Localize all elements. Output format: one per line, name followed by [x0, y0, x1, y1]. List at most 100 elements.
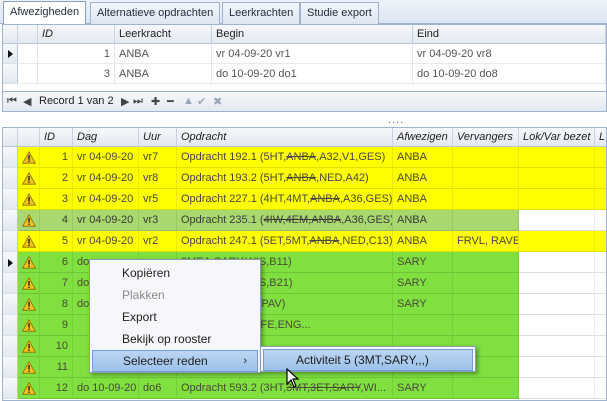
- cell-l[interactable]: [595, 210, 606, 231]
- cell-id[interactable]: 10: [40, 336, 73, 357]
- cell-begin[interactable]: do 10-09-20 do1: [212, 64, 413, 84]
- cell-l[interactable]: [595, 315, 606, 336]
- delete-record-icon[interactable]: ━: [167, 95, 174, 108]
- cell-dag[interactable]: vr 04-09-20: [73, 231, 139, 252]
- cell-eind[interactable]: vr 04-09-20 vr8: [413, 44, 606, 64]
- cell-afwezigen[interactable]: ANBA: [393, 147, 453, 168]
- cell-l[interactable]: [595, 273, 606, 294]
- row-selector[interactable]: [3, 378, 18, 399]
- cell-vervangers[interactable]: FRVL, RAVE: [453, 231, 519, 252]
- last-record-icon[interactable]: ⏭: [133, 95, 143, 108]
- cell-l[interactable]: [595, 357, 606, 378]
- cell-vervangers[interactable]: [453, 294, 519, 315]
- cell-lok-var-bezet[interactable]: [519, 273, 595, 294]
- cell-dag[interactable]: do 10-09-20: [73, 378, 139, 399]
- first-record-icon[interactable]: ⏮: [7, 95, 17, 108]
- cell-opdracht[interactable]: Opdracht 227.1 (4HT,4MT,ANBA,A36,GES): [177, 189, 393, 210]
- menu-item-plakken[interactable]: Plakken: [92, 284, 258, 306]
- header-l[interactable]: L: [595, 128, 606, 147]
- row-selector[interactable]: [3, 64, 18, 84]
- cell-afwezigen[interactable]: ANBA: [393, 168, 453, 189]
- table-row[interactable]: 12 do 10-09-20 do6 Opdracht 593.2 (3HT,3MT,…: [3, 378, 606, 399]
- cell-vervangers[interactable]: [453, 189, 519, 210]
- cell-leerkracht[interactable]: ANBA: [115, 44, 212, 64]
- cell-lok-var-bezet[interactable]: [519, 357, 595, 378]
- cell-id[interactable]: 2: [40, 168, 73, 189]
- cell-opdracht[interactable]: Opdracht 192.1 (5HT,ANBA,A32,V1,GES): [177, 147, 393, 168]
- cell-uur[interactable]: vr5: [139, 189, 177, 210]
- cell-afwezigen[interactable]: [393, 315, 453, 336]
- row-selector[interactable]: [3, 294, 18, 315]
- cell-lok-var-bezet[interactable]: [519, 294, 595, 315]
- cell-lok-var-bezet[interactable]: [519, 210, 595, 231]
- cell-id[interactable]: 8: [40, 294, 73, 315]
- table-row[interactable]: 1 vr 04-09-20 vr7 Opdracht 192.1 (5HT,ANBA,…: [3, 147, 606, 168]
- cell-id[interactable]: 1: [40, 147, 73, 168]
- cell-l[interactable]: [595, 168, 606, 189]
- table-row[interactable]: 4 vr 04-09-20 vr3 Opdracht 235.1 (4IW,4EM,A…: [3, 210, 606, 231]
- menu-item-export[interactable]: Export: [92, 306, 258, 328]
- table-row[interactable]: 2 vr 04-09-20 vr8 Opdracht 193.2 (5HT,ANBA,…: [3, 168, 606, 189]
- cell-begin[interactable]: vr 04-09-20 vr1: [212, 44, 413, 64]
- cell-opdracht[interactable]: Opdracht 593.2 (3HT,3MT,3ET,SARY,WI...: [177, 378, 393, 399]
- cell-eind[interactable]: do 10-09-20 do8: [413, 64, 606, 84]
- cell-afwezigen[interactable]: SARY: [393, 273, 453, 294]
- cell-lok-var-bezet[interactable]: [519, 252, 595, 273]
- cell-lok-var-bezet[interactable]: [519, 189, 595, 210]
- cell-lok-var-bezet[interactable]: [519, 147, 595, 168]
- cell-uur[interactable]: vr7: [139, 147, 177, 168]
- menu-item-selecteer-reden[interactable]: Selecteer reden ›: [92, 350, 258, 372]
- header-dag[interactable]: Dag: [73, 128, 139, 147]
- row-selector[interactable]: [3, 336, 18, 357]
- splitter-grip[interactable]: ....: [388, 114, 404, 126]
- cell-id[interactable]: 3: [38, 64, 115, 84]
- table-row[interactable]: 5 vr 04-09-20 vr2 Opdracht 247.1 (5ET,5MT,A…: [3, 231, 606, 252]
- cell-l[interactable]: [595, 378, 606, 399]
- cell-vervangers[interactable]: [453, 315, 519, 336]
- cell-opdracht[interactable]: Opdracht 235.1 (4IW,4EM,ANBA,A36,GES): [177, 210, 393, 231]
- row-selector[interactable]: [3, 273, 18, 294]
- cell-vervangers[interactable]: [453, 273, 519, 294]
- row-selector[interactable]: [3, 189, 18, 210]
- tab-alternatieve-opdrachten[interactable]: Alternatieve opdrachten: [90, 2, 221, 24]
- cell-lok-var-bezet[interactable]: [519, 168, 595, 189]
- cell-afwezigen[interactable]: ANBA: [393, 231, 453, 252]
- cell-id[interactable]: 6: [40, 252, 73, 273]
- row-selector[interactable]: [3, 44, 18, 64]
- cell-dag[interactable]: vr 04-09-20: [73, 147, 139, 168]
- cell-opdracht[interactable]: Opdracht 193.2 (5HT,ANBA,NED,A42): [177, 168, 393, 189]
- cell-lok-var-bezet[interactable]: [519, 336, 595, 357]
- cell-afwezigen[interactable]: SARY: [393, 294, 453, 315]
- menu-item-kopieren[interactable]: Kopiëren: [92, 262, 258, 284]
- cancel-record-icon[interactable]: ✖: [213, 95, 222, 108]
- cell-dag[interactable]: vr 04-09-20: [73, 210, 139, 231]
- cell-afwezigen[interactable]: SARY: [393, 378, 453, 399]
- cell-uur[interactable]: vr8: [139, 168, 177, 189]
- tab-studie-export[interactable]: Studie export: [300, 2, 379, 24]
- row-selector[interactable]: [3, 231, 18, 252]
- menu-item-bekijk-op-rooster[interactable]: Bekijk op rooster: [92, 328, 258, 350]
- header-eind[interactable]: Eind: [413, 25, 606, 44]
- cell-id[interactable]: 4: [40, 210, 73, 231]
- cell-opdracht[interactable]: Opdracht 247.1 (5ET,5MT,ANBA,NED,C13): [177, 231, 393, 252]
- header-begin[interactable]: Begin: [212, 25, 413, 44]
- cell-afwezigen[interactable]: ANBA: [393, 210, 453, 231]
- header-afwezigen[interactable]: Afwezigen: [393, 128, 453, 147]
- header-vervangers[interactable]: Vervangers: [453, 128, 519, 147]
- cell-lok-var-bezet[interactable]: [519, 231, 595, 252]
- row-selector[interactable]: [3, 315, 18, 336]
- header-id[interactable]: ID: [38, 25, 115, 44]
- header-uur[interactable]: Uur: [139, 128, 177, 147]
- cell-dag[interactable]: vr 04-09-20: [73, 189, 139, 210]
- cell-id[interactable]: 5: [40, 231, 73, 252]
- row-selector[interactable]: [3, 168, 18, 189]
- header-lok-var-bezet[interactable]: Lok/Var bezet: [519, 128, 595, 147]
- row-selector[interactable]: [3, 357, 18, 378]
- cell-id[interactable]: 9: [40, 315, 73, 336]
- cell-uur[interactable]: do6: [139, 378, 177, 399]
- cell-dag[interactable]: vr 04-09-20: [73, 168, 139, 189]
- header-leerkracht[interactable]: Leerkracht: [115, 25, 212, 44]
- cell-l[interactable]: [595, 147, 606, 168]
- cell-vervangers[interactable]: [453, 168, 519, 189]
- cell-l[interactable]: [595, 231, 606, 252]
